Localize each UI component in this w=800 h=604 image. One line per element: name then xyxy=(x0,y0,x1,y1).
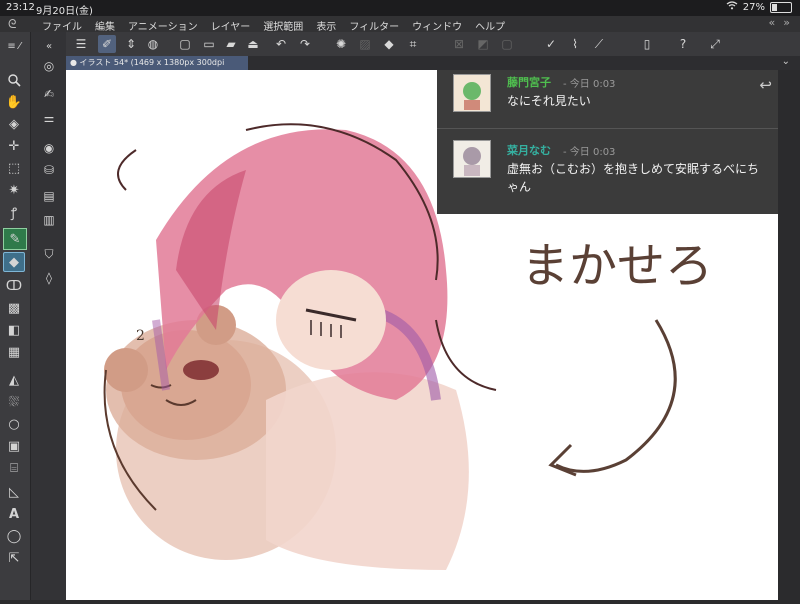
check-icon[interactable]: ✓ xyxy=(542,35,560,53)
message-author: 藤門宮子 xyxy=(507,76,551,89)
message-author: 菜月なむ xyxy=(507,144,551,157)
clear-icon[interactable]: ▨ xyxy=(356,35,374,53)
new-file-icon[interactable]: ▢ xyxy=(176,35,194,53)
color-history-icon[interactable]: ▥ xyxy=(39,210,59,230)
loading-icon[interactable]: ✺ xyxy=(332,35,350,53)
canvas-margin xyxy=(778,70,800,600)
menu-items: ファイル 編集 アニメーション レイヤー 選択範囲 表示 フィルター ウィンドウ ヘルプ xyxy=(42,18,505,33)
chevron-down-icon[interactable]: ⌄ xyxy=(782,56,790,67)
message-timestamp: - 今日 0:03 xyxy=(563,79,616,90)
move-layer-icon[interactable]: ✛ xyxy=(3,136,25,156)
operation-icon[interactable]: ◈ xyxy=(3,114,25,134)
brush-size-icon[interactable]: ◉ xyxy=(39,138,59,158)
menu-bar: ᘓ ファイル 編集 アニメーション レイヤー 選択範囲 表示 フィルター ウィンドウ ヘルプ «… xyxy=(0,16,800,33)
menu-item[interactable]: 編集 xyxy=(95,18,115,33)
stamp-icon[interactable]: ◍ xyxy=(144,35,162,53)
airbrush-icon[interactable]: ▩ xyxy=(3,298,25,318)
deselect-icon[interactable]: ⊠ xyxy=(450,35,468,53)
color-set-icon[interactable]: ▤ xyxy=(39,186,59,206)
menu-item[interactable]: レイヤー xyxy=(211,18,251,33)
clip-studio-logo-icon[interactable]: ᘓ xyxy=(8,17,16,32)
transform-icon[interactable]: ⌗ xyxy=(404,35,422,53)
navigator-icon[interactable]: ◎ xyxy=(39,56,59,76)
sort-icon[interactable]: ⇕ xyxy=(122,35,140,53)
circle-icon[interactable]: ○ xyxy=(3,414,25,434)
material-icon[interactable]: ⛉ xyxy=(39,244,59,264)
brush-icon[interactable]: ↀ xyxy=(3,276,25,296)
menu-item[interactable]: 選択範囲 xyxy=(263,18,303,33)
correct-line-icon[interactable]: ⇱ xyxy=(3,548,25,568)
menu-item[interactable]: ヘルプ xyxy=(475,18,505,33)
menu-item[interactable]: 表示 xyxy=(316,18,336,33)
tool-palette: ≡ ⁄ ✋ ◈ ✛ ⬚ ✷ ꝭ ✎ ◆ ↀ ▩ ◧ ▦ ◭ ⛆ ○ ▣ ⌸ ◺ … xyxy=(0,32,31,600)
status-bar: 23:12 9月20日(金) 27% xyxy=(0,0,800,17)
device-icon[interactable]: ▯ xyxy=(638,35,656,53)
menu-item[interactable]: フィルター xyxy=(349,18,399,33)
color-wheel-icon[interactable]: ⛁ xyxy=(39,160,59,180)
invert-selection-icon[interactable]: ◩ xyxy=(474,35,492,53)
status-time: 23:12 xyxy=(6,2,35,13)
pencil-icon[interactable]: ◆ xyxy=(3,252,25,272)
fill-bucket-icon[interactable]: ◆ xyxy=(380,35,398,53)
menu-item[interactable]: アニメーション xyxy=(128,18,198,33)
layers-icon[interactable]: ◊ xyxy=(39,268,59,288)
palette-menu-icon[interactable]: ≡ ⁄ xyxy=(3,36,25,56)
message-text: 虚無お（こむお）を抱きしめて安眠するべにちゃん xyxy=(507,162,760,194)
reply-icon[interactable]: ↩ xyxy=(759,76,772,94)
redo-icon[interactable]: ↷ xyxy=(296,35,314,53)
pen-mode-icon[interactable]: ✐ xyxy=(98,35,116,53)
canvas-mark: 2 xyxy=(136,328,145,344)
avatar xyxy=(453,140,491,178)
export-icon[interactable]: ⏏ xyxy=(244,35,262,53)
selection-icon[interactable]: ⬚ xyxy=(3,158,25,178)
sub-tool-icon[interactable]: ✍ xyxy=(39,84,59,104)
hamburger-menu-icon[interactable]: ☰ xyxy=(72,35,90,53)
brush-stroke-icon[interactable]: ⌇ xyxy=(566,35,584,53)
save-icon[interactable]: ▰ xyxy=(222,35,240,53)
zoom-icon[interactable] xyxy=(3,70,25,90)
gradient-icon[interactable]: ▣ xyxy=(3,436,25,456)
menu-right-buttons: « » xyxy=(769,16,790,29)
eyedropper-icon[interactable]: ꝭ xyxy=(3,202,25,222)
pen-stroke-icon[interactable]: ⟋ xyxy=(590,35,608,53)
figure-icon[interactable]: ⌸ xyxy=(3,458,25,478)
collapse-right-icon[interactable]: » xyxy=(783,16,790,29)
canvas-tab-bar: ● イラスト 54* (1469 x 1380px 300dpi 236.3%)… xyxy=(66,56,800,81)
menu-item[interactable]: ファイル xyxy=(42,18,82,33)
battery-percent: 27% xyxy=(742,1,765,13)
column-expand-icon[interactable]: « xyxy=(39,36,59,56)
ruler-icon[interactable]: ◺ xyxy=(3,482,25,502)
open-icon[interactable]: ▭ xyxy=(200,35,218,53)
auto-select-icon[interactable]: ✷ xyxy=(3,180,25,200)
collapse-left-icon[interactable]: « xyxy=(769,16,776,29)
crop-icon[interactable]: ▢ xyxy=(498,35,516,53)
undo-icon[interactable]: ↶ xyxy=(272,35,290,53)
hand-icon[interactable]: ✋ xyxy=(3,92,25,112)
eraser-icon[interactable]: ◧ xyxy=(3,320,25,340)
battery-icon xyxy=(770,1,792,13)
canvas-tab[interactable]: ● イラスト 54* (1469 x 1380px 300dpi 236.3%) xyxy=(66,56,248,81)
status-date: 9月20日(金) xyxy=(36,6,93,17)
pen-icon[interactable]: ✎ xyxy=(3,228,27,250)
fullscreen-icon[interactable]: ⤢ xyxy=(706,35,724,53)
blend-icon[interactable]: ◭ xyxy=(3,370,25,390)
avatar xyxy=(453,74,491,112)
message-text: なにそれ見たい xyxy=(507,94,591,108)
wifi-icon xyxy=(726,1,738,13)
help-icon[interactable]: ? xyxy=(674,35,692,53)
sub-tool-column: « ◎ ✍ ⚌ ◉ ⛁ ▤ ▥ ⛉ ◊ xyxy=(31,32,67,600)
command-bar: ☰ ✐ ⇕ ◍ ▢ ▭ ▰ ⏏ ↶ ↷ ✺ ▨ ◆ ⌗ ⊠ ◩ ▢ ✓ ⌇ ⟋ … xyxy=(66,32,800,57)
text-tool-icon[interactable]: A xyxy=(3,504,25,524)
handwriting-text: まかせろ xyxy=(521,238,713,294)
menu-item[interactable]: ウィンドウ xyxy=(412,18,462,33)
tool-property-icon[interactable]: ⚌ xyxy=(39,108,59,128)
balloon-icon[interactable]: ◯ xyxy=(3,526,25,546)
status-right: 27% xyxy=(726,1,792,13)
grid-icon[interactable]: ▦ xyxy=(3,342,25,362)
fill-icon[interactable]: ⛆ xyxy=(3,392,25,412)
chat-panel: 藤門宮子 - 今日 0:03 なにそれ見たい ↩ 菜月なむ - 今日 0:03 … xyxy=(437,70,778,214)
message-timestamp: - 今日 0:03 xyxy=(563,147,616,158)
message-divider xyxy=(437,128,778,129)
